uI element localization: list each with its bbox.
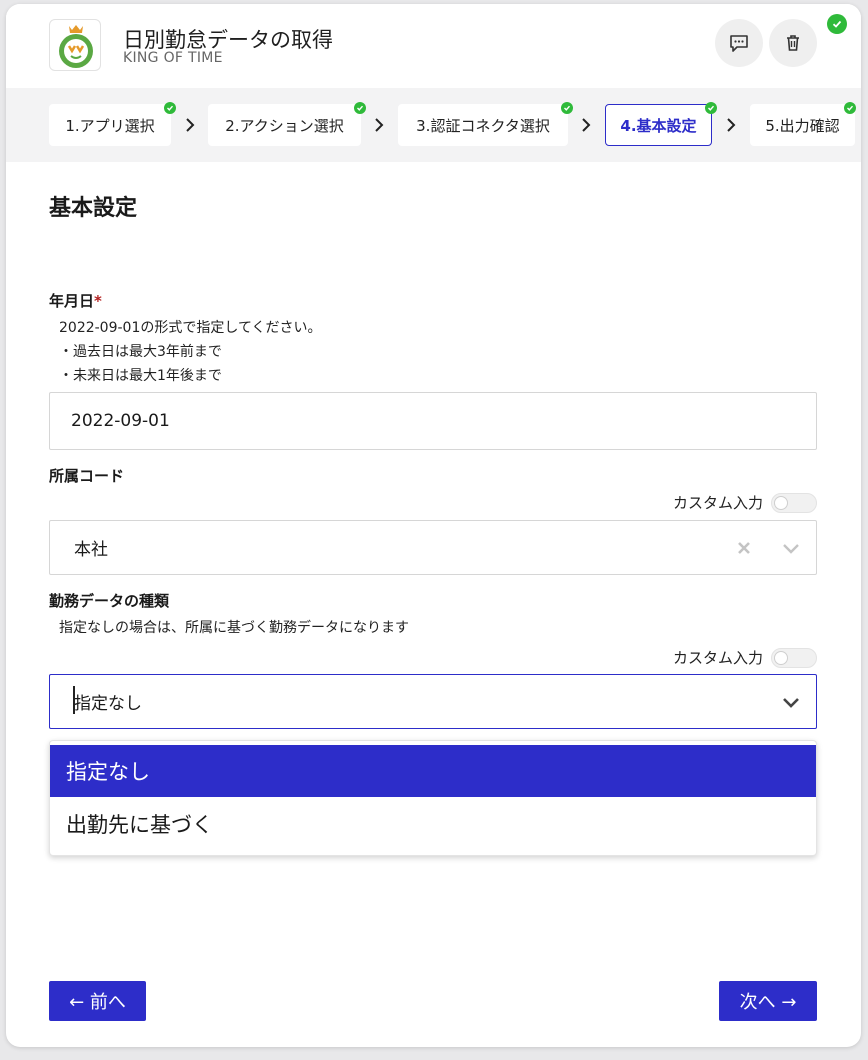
step-connector-select[interactable]: 3.認証コネクタ選択 [398,102,573,146]
date-field-label: 年月日* [49,290,102,311]
work-type-dropdown-menu: 指定なし 出勤先に基づく [49,740,817,856]
step-label: 5.出力確認 [765,116,840,135]
step-label: 4.基本設定 [620,116,697,135]
step-app-select[interactable]: 1.アプリ選択 [49,102,176,146]
division-custom-input-row: カスタム入力 [673,492,817,513]
check-icon [561,102,573,114]
text-cursor [73,686,75,714]
division-select-value: 本社 [74,540,108,560]
date-help-line: ・未来日は最大1年後まで [59,368,222,384]
comment-icon [730,35,748,52]
chevron-right-icon [375,118,384,132]
date-input[interactable]: 2022-09-01 [49,392,817,450]
delete-button[interactable] [769,19,817,67]
check-icon [844,102,856,114]
check-icon [705,102,717,114]
date-help-line: 2022-09-01の形式で指定してください。 [59,320,322,336]
chevron-down-icon[interactable] [782,695,800,709]
toggle-knob [774,495,788,510]
work-type-custom-input-toggle[interactable] [771,647,817,668]
clear-icon[interactable] [736,540,752,556]
date-label-text: 年月日 [49,292,95,310]
toggle-knob [774,650,788,665]
date-help-line: ・過去日は最大3年前まで [59,344,222,360]
date-input-value: 2022-09-01 [71,411,170,431]
trash-icon [787,35,799,51]
app-subtitle: KING OF TIME [123,50,223,66]
prev-button[interactable]: ← 前へ [49,981,146,1021]
division-select[interactable]: 本社 [49,520,817,575]
step-label: 3.認証コネクタ選択 [416,116,550,135]
required-mark: * [94,292,102,310]
dropdown-option[interactable]: 出勤先に基づく [50,798,816,850]
chevron-right-icon [186,118,195,132]
date-help: 2022-09-01の形式で指定してください。 ・過去日は最大3年前まで ・未来… [59,316,322,388]
comment-button[interactable] [715,19,763,67]
header: 日別勤怠データの取得 KING OF TIME [6,4,861,88]
work-type-select-value: 指定なし [74,694,142,714]
dropdown-option[interactable]: 指定なし [50,745,816,797]
work-type-custom-input-row: カスタム入力 [673,647,817,668]
division-custom-input-toggle[interactable] [771,492,817,513]
king-of-time-logo [49,19,101,71]
step-basic-settings[interactable]: 4.基本設定 [605,102,717,146]
check-icon [354,102,366,114]
check-circle-icon [827,14,847,34]
custom-input-label: カスタム入力 [672,494,763,512]
step-action-select[interactable]: 2.アクション選択 [208,102,366,146]
check-icon [164,102,176,114]
chevron-down-icon[interactable] [782,541,800,555]
work-type-field-label: 勤務データの種類 [49,592,170,610]
division-field-label: 所属コード [49,467,125,485]
chevron-right-icon [582,118,591,132]
step-bar: 1.アプリ選択 2.アクション選択 3.認証コネクタ選択 4.基本設定 5.出力… [6,88,861,162]
section-title: 基本設定 [49,196,138,221]
wizard-panel: 日別勤怠データの取得 KING OF TIME 1.アプリ選択 2.アクション選… [6,4,861,1047]
next-button[interactable]: 次へ → [719,981,817,1021]
step-label: 2.アクション選択 [225,116,344,135]
work-type-select[interactable]: 指定なし [49,674,817,729]
chevron-right-icon [727,118,736,132]
custom-input-label: カスタム入力 [672,649,763,667]
step-label: 1.アプリ選択 [65,116,155,135]
work-type-help: 指定なしの場合は、所属に基づく勤務データになります [59,620,409,636]
step-output-confirm[interactable]: 5.出力確認 [750,102,856,146]
